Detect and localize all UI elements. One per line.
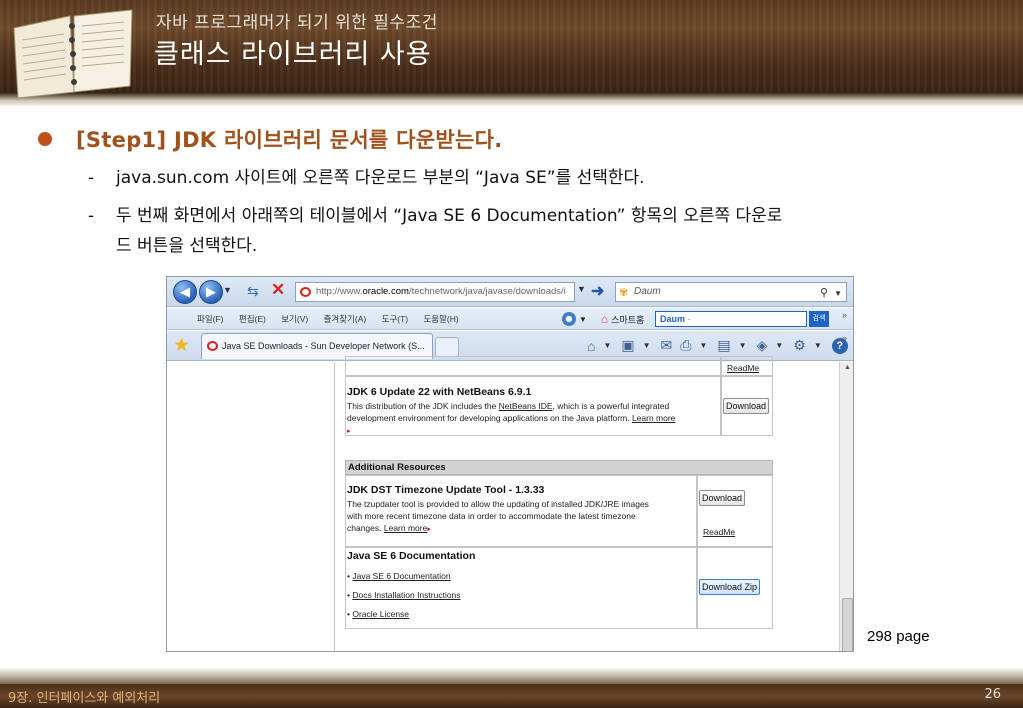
mail-icon[interactable]: ✉ [661,337,673,354]
toolbar-overflow-icon[interactable]: » [842,310,847,320]
arrow-icon: ▸ [347,428,351,435]
netbeans-title: JDK 6 Update 22 with NetBeans 6.9.1 [347,386,532,398]
scroll-thumb[interactable] [842,598,853,651]
ie-dropdown-icon[interactable]: ▼ [579,315,587,324]
oracle-favicon-icon [300,287,311,297]
docs-link-installation[interactable]: • Docs Installation Instructions [347,590,461,600]
page-dropdown-icon[interactable]: ▼ [739,341,747,350]
menu-view[interactable]: 보기(V) [281,314,308,324]
history-dropdown-icon[interactable]: ▼ [223,285,232,295]
step-heading: [Step1] JDK 라이브러리 문서를 다운받는다. [38,124,503,154]
go-arrow-icon[interactable]: ➜ [591,281,604,301]
print-dropdown-icon[interactable]: ▼ [699,341,707,350]
menu-help[interactable]: 도움말(H) [423,314,458,324]
step-item-2: -두 번째 화면에서 아래쪽의 테이블에서 “Java SE 6 Documen… [88,206,783,256]
daum-favicon-icon: ✾ [619,287,629,299]
new-tab-button[interactable] [435,337,459,357]
download-zip-button[interactable]: Download Zip [699,579,761,595]
slide-number: 26 [984,687,1001,702]
netbeans-description: This distribution of the JDK includes th… [347,401,676,435]
netbeans-ide-link[interactable]: NetBeans IDE [499,401,553,411]
docs-link-java-se-6[interactable]: • Java SE 6 Documentation [347,571,451,581]
scroll-up-icon[interactable]: ▲ [844,364,851,371]
dst-download-button[interactable]: Download [699,490,746,506]
address-bar[interactable]: http://www.oracle.com/technetwork/java/j… [295,282,575,302]
safety-icon[interactable]: ◈ [757,337,768,354]
command-bar: ⌂▼ ▣▼ ✉ ⎙▼ ▤▼ ◈▼ ⚙▼ ?▼ [587,337,853,354]
header-divider [0,92,1023,106]
home-icon[interactable]: ⌂ [587,338,595,354]
step-item-1: - java.sun.com 사이트에 오른쪽 다운로드 부분의 “Java SE… [88,168,645,188]
daum-search-button[interactable]: 검색 [809,311,829,327]
oracle-favicon-icon [207,341,218,351]
dst-learn-more-link[interactable]: Learn more [384,523,427,533]
chapter-label: 9장. 인터페이스와 예외처리 [8,691,161,706]
step-title: [Step1] JDK 라이브러리 문서를 다운받는다. [76,128,503,152]
ie-icon[interactable] [562,312,576,326]
favorites-star-icon[interactable]: ★ [173,334,190,357]
smart-home-link[interactable]: 스마트홈 [611,313,644,326]
safety-dropdown-icon[interactable]: ▼ [775,341,783,350]
footer-bar: 9장. 인터페이스와 예외처리 26 [0,684,1023,708]
menu-favorites[interactable]: 즐겨찾기(A) [324,314,367,324]
open-book-icon [13,9,133,99]
page-left-column [167,362,335,651]
feed-dropdown-icon[interactable]: ▼ [643,341,651,350]
address-dropdown-icon[interactable]: ▼ [577,284,586,294]
menu-bar: 파일(F) 편집(E) 보기(V) 즐겨찾기(A) 도구(T) 도움말(H) [197,313,468,325]
smart-home-icon: ⌂ [600,312,609,326]
browser-address-toolbar: ◀ ▶ ▼ ⇆ ✕ http://www.oracle.com/technetw… [167,277,853,307]
menu-file[interactable]: 파일(F) [197,314,224,324]
back-arrow-icon[interactable]: ◀ [173,280,197,304]
arrow-icon: ▸ [427,526,431,533]
docs-link-license[interactable]: • Oracle License [347,609,409,619]
learn-more-link[interactable]: Learn more [632,413,675,423]
page-viewport: ReadMe JDK 6 Update 22 with NetBeans 6.9… [167,356,853,651]
page-reference: 298 page [867,628,930,645]
search-icon[interactable]: ⚲ [820,284,828,302]
print-icon[interactable]: ⎙ [680,337,691,354]
readme-link[interactable]: ReadMe [727,363,759,373]
dst-title: JDK DST Timezone Update Tool - 1.3.33 [347,484,545,496]
dst-description: The tzupdater tool is provided to allow … [347,499,649,533]
command-overflow-icon[interactable]: » [842,333,847,343]
forward-arrow-icon[interactable]: ▶ [199,280,223,304]
page-icon[interactable]: ▤ [717,337,730,354]
menu-edit[interactable]: 편집(E) [239,314,266,324]
netbeans-download-button[interactable]: Download [723,398,770,414]
tools-dropdown-icon[interactable]: ▼ [814,341,822,350]
dst-readme-link[interactable]: ReadMe [703,527,735,537]
search-dropdown-icon[interactable]: ▼ [834,285,842,303]
stop-icon[interactable]: ✕ [271,280,285,300]
rss-feed-icon[interactable]: ▣ [621,337,634,354]
menu-toolbar: 파일(F) 편집(E) 보기(V) 즐겨찾기(A) 도구(T) 도움말(H) ▼… [167,308,853,330]
bullet-icon [38,132,52,146]
header-subtitle: 자바 프로그래머가 되기 위한 필수조건 [156,13,438,33]
footer-divider [0,668,1023,684]
search-input[interactable]: ✾ Daum ⚲ ▼ [615,282,847,302]
refresh-icon[interactable]: ⇆ [247,283,259,300]
tools-gear-icon[interactable]: ⚙ [793,337,806,354]
docs-title: Java SE 6 Documentation [347,550,476,562]
home-dropdown-icon[interactable]: ▼ [603,341,611,350]
additional-resources-header: Additional Resources [345,460,773,475]
menu-tools[interactable]: 도구(T) [382,314,409,324]
page-title: 클래스 라이브러리 사용 [154,39,432,70]
browser-screenshot: ◀ ▶ ▼ ⇆ ✕ http://www.oracle.com/technetw… [166,276,854,652]
vertical-scrollbar[interactable]: ▲ [839,362,853,651]
daum-search-input[interactable]: Daum - [655,311,807,327]
toolbar-extras: ▼ ⌂ 스마트홈 [562,310,644,328]
